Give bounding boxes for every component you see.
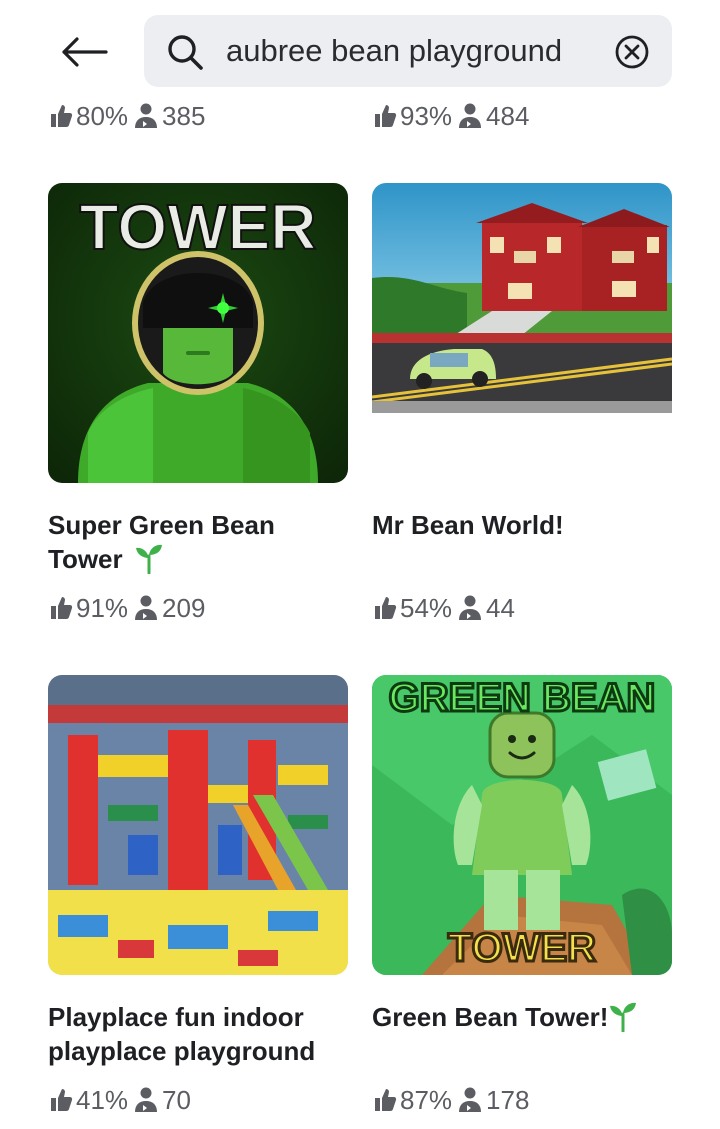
- players-value: 44: [486, 592, 515, 623]
- game-thumbnail[interactable]: GREEN BEAN TOWER: [372, 675, 672, 975]
- thumbs-up-icon: [51, 597, 73, 619]
- search-header: [0, 0, 720, 100]
- green-bean-tower-thumbnail-art: GREEN BEAN TOWER: [372, 675, 672, 975]
- thumbs-up-icon: [375, 1089, 397, 1111]
- thumbs-up-icon: [375, 597, 397, 619]
- game-stats: 54% 44: [372, 591, 519, 625]
- game-title[interactable]: Green Bean Tower!: [372, 1000, 692, 1034]
- players-icon: [135, 595, 158, 620]
- game-title-line: playplace playground: [48, 1036, 316, 1066]
- game-title-line: Playplace fun indoor: [48, 1002, 304, 1032]
- game-card[interactable]: Mr Bean World! 54% 44: [372, 183, 672, 633]
- players-value: 70: [162, 1084, 191, 1115]
- search-bar[interactable]: [144, 15, 672, 87]
- search-input[interactable]: [226, 29, 616, 73]
- thumbs-up-icon: [51, 1089, 73, 1111]
- thumbnail-text: TOWER: [448, 926, 596, 970]
- rating-value: 80%: [76, 100, 129, 131]
- game-title-line: Tower: [48, 544, 123, 574]
- thumbnail-text: GREEN BEAN: [389, 676, 656, 720]
- players-icon: [459, 1087, 482, 1112]
- rating-value: 41%: [76, 1084, 129, 1115]
- playplace-thumbnail-art: [48, 675, 348, 975]
- back-arrow-icon: [62, 37, 108, 67]
- players-value: 484: [486, 100, 530, 131]
- game-stats: 41% 70: [48, 1083, 195, 1117]
- game-card[interactable]: TOWER Super Green Bean Tower 91% 209: [48, 183, 348, 633]
- rating-value: 87%: [400, 1084, 453, 1115]
- players-icon: [135, 1087, 158, 1112]
- players-value: 178: [486, 1084, 530, 1115]
- players-value: 209: [162, 592, 206, 623]
- mr-bean-thumbnail-art: [372, 183, 672, 483]
- game-title-line: Mr Bean World!: [372, 510, 564, 540]
- rating-value: 93%: [400, 100, 453, 131]
- players-icon: [459, 103, 482, 128]
- thumbs-up-icon: [51, 105, 73, 127]
- game-title-line: Green Bean Tower!: [372, 1002, 609, 1032]
- game-stats: 80% 385: [48, 99, 209, 133]
- players-icon: [135, 103, 158, 128]
- search-icon: [168, 35, 203, 70]
- game-stats: 91% 209: [48, 591, 209, 625]
- game-title[interactable]: Super Green Bean Tower: [48, 508, 368, 576]
- back-button[interactable]: [56, 30, 112, 74]
- game-stats: 93% 484: [372, 99, 533, 133]
- game-title[interactable]: Playplace fun indoor playplace playgroun…: [48, 1000, 368, 1068]
- game-thumbnail[interactable]: [48, 675, 348, 975]
- game-title[interactable]: Mr Bean World!: [372, 508, 692, 542]
- game-card[interactable]: Playplace fun indoor playplace playgroun…: [48, 675, 348, 1125]
- game-title-line: Super Green Bean: [48, 510, 275, 540]
- players-value: 385: [162, 100, 206, 131]
- rating-value: 91%: [76, 592, 129, 623]
- game-card[interactable]: GREEN BEAN TOWER Green Bean Tower! 87% 1…: [372, 675, 672, 1125]
- sprout-icon: [610, 1002, 637, 1033]
- players-icon: [459, 595, 482, 620]
- thumbs-up-icon: [375, 105, 397, 127]
- sprout-icon: [135, 544, 162, 575]
- game-thumbnail[interactable]: TOWER: [48, 183, 348, 483]
- clear-search-icon[interactable]: [614, 34, 650, 70]
- rating-value: 54%: [400, 592, 453, 623]
- game-stats: 87% 178: [372, 1083, 533, 1117]
- tower-thumbnail-art: TOWER: [48, 183, 348, 483]
- game-thumbnail[interactable]: [372, 183, 672, 483]
